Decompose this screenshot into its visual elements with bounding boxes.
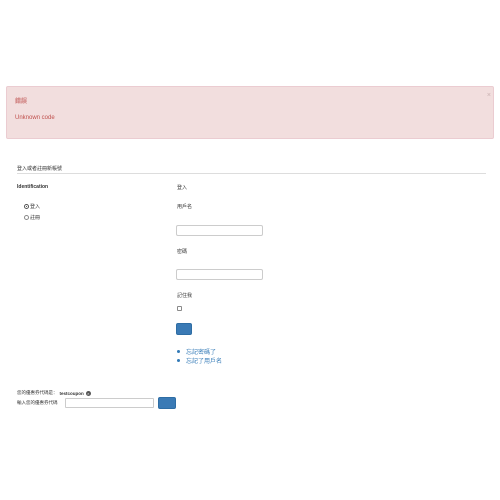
coupon-input-label: 輸入您的優惠券代碼: [17, 400, 58, 405]
current-coupon-label: 您的優惠券代碼是：: [17, 390, 58, 395]
login-submit-button[interactable]: [176, 323, 192, 335]
help-links: 忘記密碼了 忘記了用戶名: [177, 347, 222, 365]
bullet-icon: [177, 359, 180, 362]
coupon-input[interactable]: [65, 398, 154, 408]
bullet-icon: [177, 350, 180, 353]
radio-register-option[interactable]: 註冊: [24, 214, 40, 221]
page: 錯誤 Unknown code × 登入或者註冊新帳號 Identificati…: [0, 0, 500, 500]
alert-title: 錯誤: [15, 99, 28, 105]
remember-me-label: 記住我: [177, 293, 193, 299]
current-coupon: 您的優惠券代碼是： testcoupon ×: [17, 390, 91, 396]
error-alert: 錯誤 Unknown code ×: [6, 86, 494, 139]
list-item: 忘記密碼了: [177, 347, 222, 356]
radio-register[interactable]: [24, 215, 29, 220]
radio-login-label: 登入: [30, 204, 41, 210]
section-legend: 登入或者註冊新帳號: [17, 166, 63, 172]
list-item: 忘記了用戶名: [177, 356, 222, 365]
current-coupon-code: testcoupon: [59, 390, 84, 396]
forgot-password-link[interactable]: 忘記密碼了: [186, 347, 216, 356]
identification-label: Identification: [17, 184, 49, 190]
password-label: 密碼: [177, 249, 188, 255]
password-input[interactable]: [176, 269, 263, 280]
alert-message: Unknown code: [15, 115, 55, 121]
radio-register-label: 註冊: [30, 215, 41, 221]
remember-me-checkbox[interactable]: [177, 306, 182, 311]
login-heading: 登入: [177, 185, 188, 191]
forgot-username-link[interactable]: 忘記了用戶名: [186, 356, 222, 365]
close-icon[interactable]: ×: [487, 92, 491, 99]
legend-divider: [17, 173, 486, 174]
remove-coupon-icon[interactable]: ×: [85, 390, 91, 396]
radio-login[interactable]: [24, 204, 29, 209]
coupon-submit-button[interactable]: [158, 397, 176, 409]
radio-login-option[interactable]: 登入: [24, 203, 40, 210]
username-input[interactable]: [176, 225, 263, 236]
username-label: 用戶名: [177, 204, 193, 210]
